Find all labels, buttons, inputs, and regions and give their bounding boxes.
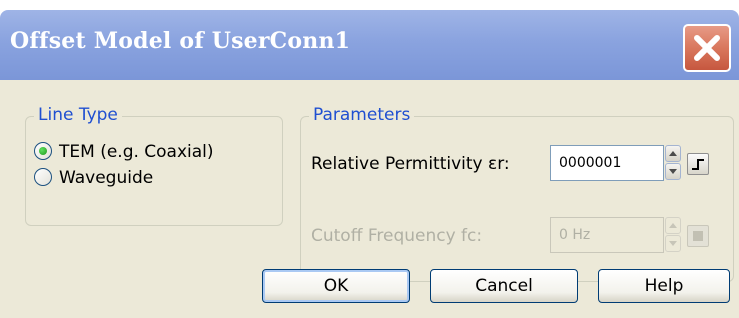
permittivity-input[interactable]: 0000001: [550, 145, 664, 181]
permittivity-step-button[interactable]: [687, 153, 709, 175]
line-type-group: Line Type TEM (e.g. Coaxial) Waveguide: [25, 105, 283, 226]
chevron-up-icon[interactable]: [665, 217, 681, 234]
help-button[interactable]: Help: [598, 269, 730, 303]
cutoff-step-button[interactable]: [687, 225, 709, 247]
radio-waveguide[interactable]: Waveguide: [34, 167, 234, 189]
permittivity-spinner[interactable]: [665, 145, 681, 181]
permittivity-label: Relative Permittivity εr:: [311, 154, 510, 174]
cutoff-input[interactable]: 0 Hz: [550, 217, 664, 253]
radio-tem[interactable]: TEM (e.g. Coaxial): [34, 141, 274, 163]
radio-waveguide-label: Waveguide: [59, 168, 154, 188]
chevron-up-icon[interactable]: [665, 145, 681, 162]
cutoff-label: Cutoff Frequency fc:: [311, 226, 483, 246]
line-type-legend: Line Type: [34, 105, 122, 125]
parameters-legend: Parameters: [309, 105, 415, 125]
parameters-group: Parameters Relative Permittivity εr: 000…: [300, 105, 734, 282]
radio-selected-dot: [39, 147, 47, 155]
chevron-down-icon[interactable]: [665, 235, 681, 252]
step-icon: [688, 231, 708, 250]
window-title: Offset Model of UserConn1: [10, 28, 351, 54]
radio-waveguide-indicator[interactable]: [34, 168, 52, 186]
dialog-window: Offset Model of UserConn1 Line Type TEM …: [0, 0, 739, 318]
cutoff-spinner[interactable]: [665, 217, 681, 253]
cancel-button[interactable]: Cancel: [430, 269, 578, 303]
close-button[interactable]: [683, 24, 731, 72]
chevron-down-icon[interactable]: [665, 163, 681, 180]
radio-tem-label: TEM (e.g. Coaxial): [59, 142, 214, 162]
ok-button[interactable]: OK: [262, 269, 410, 303]
title-bar[interactable]: Offset Model of UserConn1: [0, 10, 739, 80]
dialog-body: Line Type TEM (e.g. Coaxial) Waveguide P…: [0, 80, 739, 318]
radio-tem-indicator[interactable]: [34, 142, 52, 160]
step-icon: [688, 159, 708, 178]
